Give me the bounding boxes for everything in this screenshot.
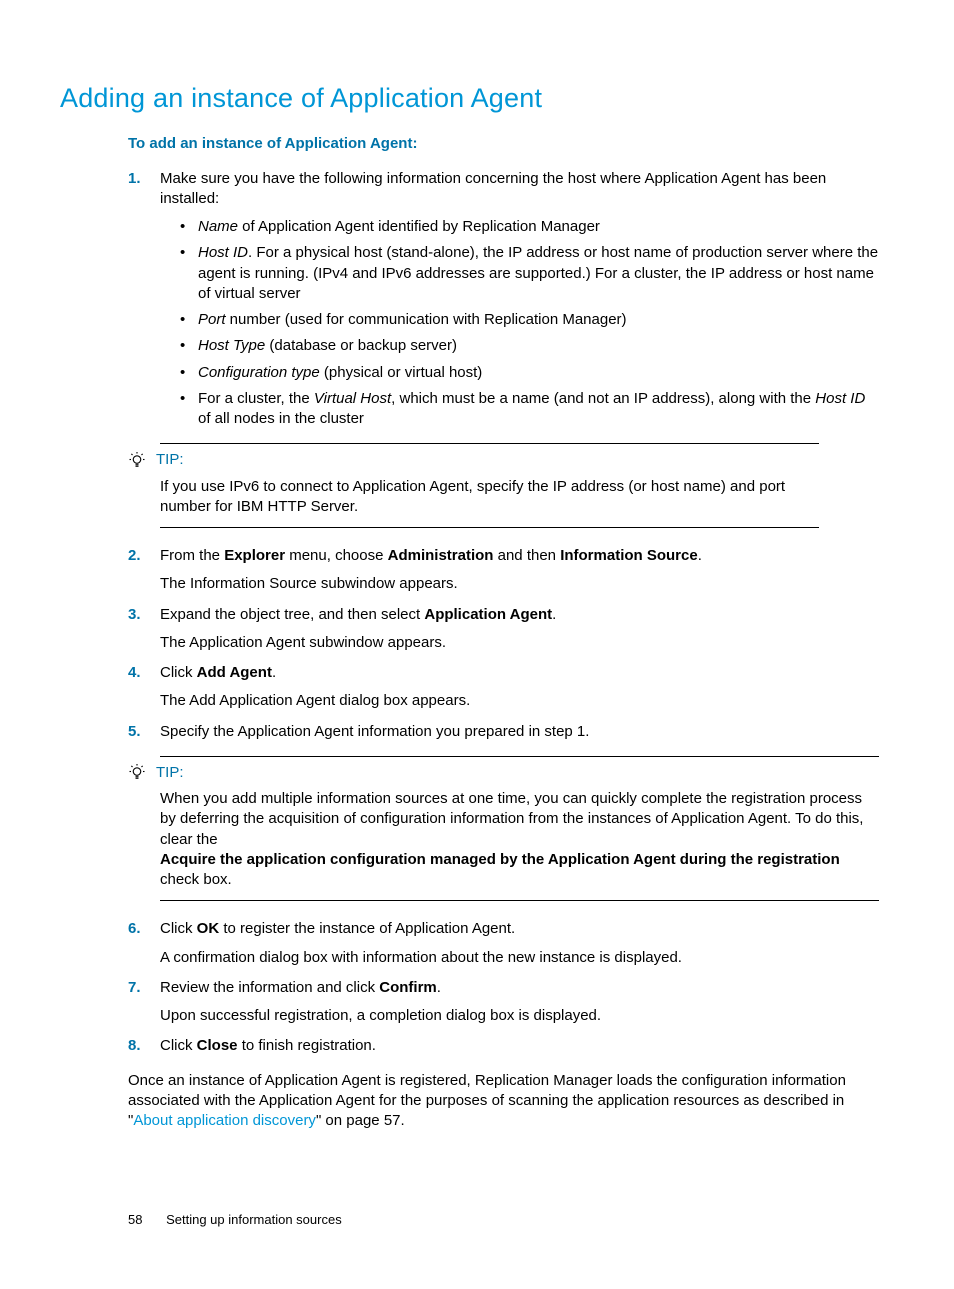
tip-box: TIP: If you use IPv6 to connect to Appli… [128, 443, 879, 528]
step-7: 7. Review the information and click Conf… [128, 978, 879, 1027]
step-text: Click OK to register the instance of App… [160, 919, 879, 939]
text: Review the information and click [160, 979, 379, 996]
tip-label: TIP: [156, 450, 184, 470]
text: " on page 57. [316, 1112, 405, 1129]
ui-term: Explorer [224, 547, 285, 564]
text: , which must be a name (and not an IP ad… [391, 390, 815, 407]
step-number: 7. [128, 978, 141, 998]
step-result: A confirmation dialog box with informati… [160, 948, 879, 968]
step-1: 1. Make sure you have the following info… [128, 169, 879, 430]
text: of all nodes in the cluster [198, 410, 364, 427]
text: Click [160, 920, 197, 937]
bullet-item: For a cluster, the Virtual Host, which m… [180, 389, 879, 430]
tip-label: TIP: [156, 763, 184, 783]
ui-term: OK [197, 920, 220, 937]
text: Click [160, 664, 197, 681]
term: Name [198, 218, 238, 235]
step-number: 4. [128, 663, 141, 683]
step-text: Specify the Application Agent informatio… [160, 722, 879, 742]
step-text: Expand the object tree, and then select … [160, 605, 879, 625]
step-6: 6. Click OK to register the instance of … [128, 919, 879, 968]
step-number: 5. [128, 722, 141, 742]
step-text: Make sure you have the following informa… [160, 169, 879, 210]
step-result: Upon successful registration, a completi… [160, 1006, 879, 1026]
text: When you add multiple information source… [160, 790, 863, 848]
bullet-item: Host Type (database or backup server) [180, 336, 879, 356]
lightbulb-icon [128, 764, 146, 782]
text: From the [160, 547, 224, 564]
rule [160, 527, 819, 528]
tip-body: When you add multiple information source… [160, 789, 879, 890]
ui-term: Close [197, 1037, 238, 1054]
text: . [437, 979, 441, 996]
rule [160, 756, 879, 757]
text: . [698, 547, 702, 564]
text: check box. [160, 871, 232, 888]
bullet-item: Configuration type (physical or virtual … [180, 363, 879, 383]
page-number: 58 [128, 1211, 142, 1229]
term: Port [198, 311, 226, 328]
text: and then [493, 547, 560, 564]
term: Host Type [198, 337, 265, 354]
bullet-item: Name of Application Agent identified by … [180, 217, 879, 237]
text: to register the instance of Application … [219, 920, 515, 937]
step-number: 8. [128, 1036, 141, 1056]
step-number: 3. [128, 605, 141, 625]
lightbulb-icon [128, 452, 146, 470]
text: menu, choose [285, 547, 388, 564]
step-result: The Information Source subwindow appears… [160, 574, 879, 594]
ui-term: Application Agent [424, 606, 552, 623]
step-8: 8. Click Close to finish registration. [128, 1036, 879, 1056]
intro-line: To add an instance of Application Agent: [128, 134, 879, 154]
step-4: 4. Click Add Agent. The Add Application … [128, 663, 879, 712]
checkbox-label: Acquire the application configuration ma… [160, 851, 840, 868]
term: Virtual Host [314, 390, 391, 407]
term: Host ID [815, 390, 865, 407]
tip-box: TIP: When you add multiple information s… [128, 756, 879, 902]
step-text: Review the information and click Confirm… [160, 978, 879, 998]
page-footer: 58 Setting up information sources [60, 1211, 879, 1229]
text: number (used for communication with Repl… [226, 311, 627, 328]
step-number: 6. [128, 919, 141, 939]
rule [160, 900, 879, 901]
text: . For a physical host (stand-alone), the… [198, 244, 878, 302]
text: (physical or virtual host) [320, 364, 483, 381]
section-name: Setting up information sources [166, 1212, 342, 1227]
text: (database or backup server) [265, 337, 457, 354]
term: Configuration type [198, 364, 320, 381]
cross-reference-link[interactable]: About application discovery [133, 1112, 316, 1129]
step-3: 3. Expand the object tree, and then sele… [128, 605, 879, 654]
step-text: From the Explorer menu, choose Administr… [160, 546, 879, 566]
step-result: The Application Agent subwindow appears. [160, 633, 879, 653]
text: Expand the object tree, and then select [160, 606, 424, 623]
ui-term: Confirm [379, 979, 437, 996]
ui-term: Add Agent [197, 664, 272, 681]
text: For a cluster, the [198, 390, 314, 407]
term: Host ID [198, 244, 248, 261]
bullet-item: Host ID. For a physical host (stand-alon… [180, 243, 879, 304]
text: . [272, 664, 276, 681]
text: to finish registration. [238, 1037, 376, 1054]
step-2: 2. From the Explorer menu, choose Admini… [128, 546, 879, 595]
step-number: 2. [128, 546, 141, 566]
step-text: Click Add Agent. [160, 663, 879, 683]
page-title: Adding an instance of Application Agent [60, 80, 879, 116]
closing-paragraph: Once an instance of Application Agent is… [128, 1071, 879, 1132]
step-text: Click Close to finish registration. [160, 1036, 879, 1056]
main-content: 1. Make sure you have the following info… [128, 169, 879, 1132]
text: of Application Agent identified by Repli… [238, 218, 600, 235]
ui-term: Information Source [560, 547, 698, 564]
bullet-item: Port number (used for communication with… [180, 310, 879, 330]
ui-term: Administration [388, 547, 494, 564]
step-number: 1. [128, 169, 141, 189]
rule [160, 443, 819, 444]
step-result: The Add Application Agent dialog box app… [160, 691, 879, 711]
text: . [552, 606, 556, 623]
tip-body: If you use IPv6 to connect to Applicatio… [160, 477, 819, 518]
text: Click [160, 1037, 197, 1054]
step-5: 5. Specify the Application Agent informa… [128, 722, 879, 742]
